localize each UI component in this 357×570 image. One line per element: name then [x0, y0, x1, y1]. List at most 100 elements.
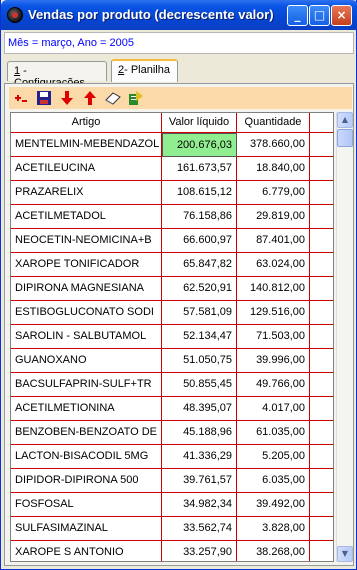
tab-configuracoes[interactable]: 1 - Configurações: [7, 61, 107, 89]
table-row[interactable]: BENZOBEN-BENZOATO DE 45.188,96 61.035,00: [11, 421, 333, 445]
table-row[interactable]: FOSFOSAL 34.982,34 39.492,00: [11, 493, 333, 517]
cell-quantidade[interactable]: 6.035,00: [237, 469, 310, 493]
minimize-button[interactable]: _: [287, 5, 308, 26]
cell-valor-liquido[interactable]: 41.336,29: [162, 445, 237, 469]
sort-ascending-icon[interactable]: [82, 90, 98, 106]
cell-valor-liquido[interactable]: 50.855,45: [162, 373, 237, 397]
table-row[interactable]: SULFASIMAZINAL 33.562,74 3.828,00: [11, 517, 333, 541]
scroll-up-button[interactable]: ▲: [337, 112, 353, 128]
table-row[interactable]: XAROPE S ANTONIO 33.257,90 38.268,00: [11, 541, 333, 561]
table-row[interactable]: LACTON-BISACODIL 5MG 41.336,29 5.205,00: [11, 445, 333, 469]
cell-valor-liquido[interactable]: 33.562,74: [162, 517, 237, 541]
cell-artigo[interactable]: ACETILMETIONINA: [11, 397, 162, 421]
eraser-icon[interactable]: [105, 90, 121, 106]
row-filler: [310, 181, 333, 205]
table-row[interactable]: BACSULFAPRIN-SULF+TR 50.855,45 49.766,00: [11, 373, 333, 397]
cell-artigo[interactable]: ESTIBOGLUCONATO SODI: [11, 301, 162, 325]
cell-artigo[interactable]: NEOCETIN-NEOMICINA+B: [11, 229, 162, 253]
table-row[interactable]: SAROLIN - SALBUTAMOL 52.134,47 71.503,00: [11, 325, 333, 349]
cell-valor-liquido[interactable]: 108.615,12: [162, 181, 237, 205]
row-filler: [310, 469, 333, 493]
cell-quantidade[interactable]: 71.503,00: [237, 325, 310, 349]
cell-artigo[interactable]: XAROPE S ANTONIO: [11, 541, 162, 561]
grid-toolbar: [9, 87, 352, 109]
cell-artigo[interactable]: BENZOBEN-BENZOATO DE: [11, 421, 162, 445]
cell-quantidade[interactable]: 3.828,00: [237, 517, 310, 541]
cell-quantidade[interactable]: 6.779,00: [237, 181, 310, 205]
cell-artigo[interactable]: BACSULFAPRIN-SULF+TR: [11, 373, 162, 397]
table-row[interactable]: NEOCETIN-NEOMICINA+B 66.600,97 87.401,00: [11, 229, 333, 253]
cell-valor-liquido[interactable]: 52.134,47: [162, 325, 237, 349]
table-row[interactable]: PRAZARELIX 108.615,12 6.779,00: [11, 181, 333, 205]
cell-artigo[interactable]: ACETILEUCINA: [11, 157, 162, 181]
cell-artigo[interactable]: XAROPE TONIFICADOR: [11, 253, 162, 277]
cell-artigo[interactable]: LACTON-BISACODIL 5MG: [11, 445, 162, 469]
cell-quantidade[interactable]: 4.017,00: [237, 397, 310, 421]
table-row[interactable]: ESTIBOGLUCONATO SODI 57.581,09 129.516,00: [11, 301, 333, 325]
cell-quantidade[interactable]: 61.035,00: [237, 421, 310, 445]
table-row[interactable]: ACETILEUCINA 161.673,57 18.840,00: [11, 157, 333, 181]
cell-artigo[interactable]: ACETILMETADOL: [11, 205, 162, 229]
column-header-valor-liquido[interactable]: Valor líquido: [162, 113, 237, 133]
cell-valor-liquido[interactable]: 76.158,86: [162, 205, 237, 229]
cell-artigo[interactable]: SAROLIN - SALBUTAMOL: [11, 325, 162, 349]
cell-quantidade[interactable]: 5.205,00: [237, 445, 310, 469]
close-button[interactable]: ×: [331, 5, 352, 26]
row-filler: [310, 133, 333, 157]
cell-quantidade[interactable]: 49.766,00: [237, 373, 310, 397]
column-header-quantidade[interactable]: Quantidade: [237, 113, 310, 133]
cell-quantidade[interactable]: 87.401,00: [237, 229, 310, 253]
table-row[interactable]: GUANOXANO 51.050,75 39.996,00: [11, 349, 333, 373]
export-icon[interactable]: [128, 90, 144, 106]
cell-valor-liquido[interactable]: 200.676,03: [162, 133, 237, 157]
title-bar[interactable]: Vendas por produto (decrescente valor) _…: [1, 0, 357, 30]
cell-quantidade[interactable]: 63.024,00: [237, 253, 310, 277]
tab-planilha[interactable]: 2- Planilha: [111, 59, 178, 82]
cell-valor-liquido[interactable]: 33.257,90: [162, 541, 237, 561]
cell-valor-liquido[interactable]: 62.520,91: [162, 277, 237, 301]
table-row[interactable]: MENTELMIN-MEBENDAZOL 200.676,03 378.660,00: [11, 133, 333, 157]
cell-quantidade[interactable]: 18.840,00: [237, 157, 310, 181]
cell-valor-liquido[interactable]: 66.600,97: [162, 229, 237, 253]
table-row[interactable]: ACETILMETIONINA 48.395,07 4.017,00: [11, 397, 333, 421]
cell-artigo[interactable]: PRAZARELIX: [11, 181, 162, 205]
cell-valor-liquido[interactable]: 57.581,09: [162, 301, 237, 325]
tab-label: - Planilha: [124, 64, 170, 76]
cell-quantidade[interactable]: 39.492,00: [237, 493, 310, 517]
cell-valor-liquido[interactable]: 48.395,07: [162, 397, 237, 421]
cell-valor-liquido[interactable]: 45.188,96: [162, 421, 237, 445]
table-row[interactable]: DIPIRONA MAGNESIANA 62.520,91 140.812,00: [11, 277, 333, 301]
cell-quantidade[interactable]: 129.516,00: [237, 301, 310, 325]
table-row[interactable]: ACETILMETADOL 76.158,86 29.819,00: [11, 205, 333, 229]
cell-artigo[interactable]: MENTELMIN-MEBENDAZOL: [11, 133, 162, 157]
app-window: Vendas por produto (decrescente valor) _…: [0, 0, 357, 570]
sort-descending-icon[interactable]: [59, 90, 75, 106]
maximize-button[interactable]: □: [309, 5, 330, 26]
column-header-artigo[interactable]: Artigo: [11, 113, 162, 133]
cell-valor-liquido[interactable]: 65.847,82: [162, 253, 237, 277]
cell-artigo[interactable]: GUANOXANO: [11, 349, 162, 373]
cell-quantidade[interactable]: 378.660,00: [237, 133, 310, 157]
table-row[interactable]: DIPIDOR-DIPIRONA 500 39.761,57 6.035,00: [11, 469, 333, 493]
cell-quantidade[interactable]: 29.819,00: [237, 205, 310, 229]
cell-artigo[interactable]: DIPIRONA MAGNESIANA: [11, 277, 162, 301]
cell-valor-liquido[interactable]: 34.982,34: [162, 493, 237, 517]
scroll-down-button[interactable]: ▼: [337, 546, 353, 562]
sales-grid[interactable]: Artigo Valor líquido Quantidade MENTELMI…: [10, 112, 334, 562]
save-icon[interactable]: [36, 90, 52, 106]
cell-quantidade[interactable]: 140.812,00: [237, 277, 310, 301]
cell-quantidade[interactable]: 39.996,00: [237, 349, 310, 373]
cell-quantidade[interactable]: 38.268,00: [237, 541, 310, 561]
cell-valor-liquido[interactable]: 161.673,57: [162, 157, 237, 181]
cell-artigo[interactable]: DIPIDOR-DIPIRONA 500: [11, 469, 162, 493]
add-row-icon[interactable]: [13, 90, 29, 106]
cell-valor-liquido[interactable]: 39.761,57: [162, 469, 237, 493]
vertical-scrollbar[interactable]: ▲ ▼: [336, 112, 353, 562]
scroll-thumb[interactable]: [337, 129, 353, 147]
row-filler: [310, 493, 333, 517]
cell-artigo[interactable]: FOSFOSAL: [11, 493, 162, 517]
cell-artigo[interactable]: SULFASIMAZINAL: [11, 517, 162, 541]
cell-valor-liquido[interactable]: 51.050,75: [162, 349, 237, 373]
app-icon: [7, 7, 23, 23]
table-row[interactable]: XAROPE TONIFICADOR 65.847,82 63.024,00: [11, 253, 333, 277]
